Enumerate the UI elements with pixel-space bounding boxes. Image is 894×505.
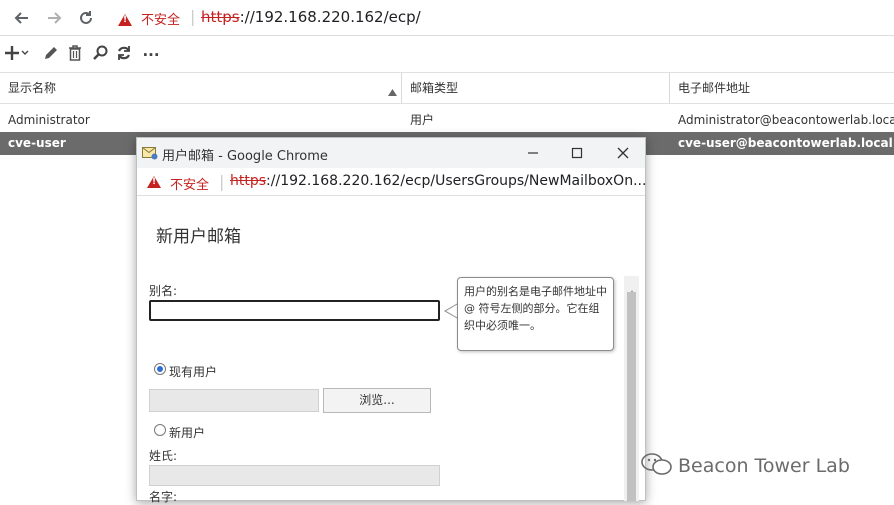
url-separator: | [190, 7, 196, 26]
warning-icon[interactable] [147, 176, 161, 192]
warning-icon[interactable] [118, 11, 132, 30]
insecure-label[interactable]: 不安全 [141, 9, 180, 28]
popup-window-title: 用户邮箱 - Google Chrome [162, 149, 328, 164]
existing-user-radio[interactable] [154, 363, 166, 375]
popup-title-bar[interactable]: 用户邮箱 - Google Chrome [137, 138, 645, 168]
cell-display-name: Administrator [8, 113, 90, 127]
table-row[interactable]: Administrator 用户 Administrator@beacontow… [0, 109, 894, 132]
forward-arrow-icon[interactable] [42, 6, 66, 30]
cell-email: Administrator@beacontowerlab.local [678, 113, 894, 127]
insecure-label[interactable]: 不安全 [170, 174, 209, 193]
watermark: Beacon Tower Lab [640, 452, 850, 481]
alias-help-tooltip: 用户的别名是电子邮件地址中 @ 符号左侧的部分。它在组织中必须唯一。 [457, 277, 614, 351]
add-icon[interactable] [4, 44, 30, 62]
edit-pencil-icon[interactable] [42, 44, 60, 62]
url-scheme: https [201, 8, 240, 26]
new-user-label[interactable]: 新用户 [169, 424, 205, 441]
reload-icon[interactable] [74, 6, 98, 30]
url-field[interactable]: https://192.168.220.162/ecp/ [201, 8, 421, 26]
delete-trash-icon[interactable] [66, 44, 84, 62]
url-scheme: https [230, 173, 267, 189]
firstname-label: 名字: [149, 490, 178, 504]
refresh-icon[interactable] [115, 44, 133, 62]
url-path: ://192.168.220.162/ecp/ [239, 8, 421, 26]
url-separator: | [219, 172, 225, 191]
wechat-icon [640, 452, 674, 481]
url-path: ://192.168.220.162/ecp/UsersGroups/NewMa… [266, 173, 647, 189]
maximize-icon[interactable] [567, 143, 587, 163]
search-icon[interactable] [91, 44, 109, 62]
browse-button[interactable]: 浏览... [323, 388, 431, 413]
scroll-thumb[interactable] [627, 292, 636, 501]
existing-user-label[interactable]: 现有用户 [169, 363, 217, 380]
close-icon[interactable] [613, 143, 633, 163]
page-title: 新用户邮箱 [156, 227, 241, 247]
popup-url-field[interactable]: https://192.168.220.162/ecp/UsersGroups/… [230, 173, 646, 189]
popup-address-bar: 不安全 | https://192.168.220.162/ecp/UsersG… [137, 168, 646, 196]
column-header-display-name[interactable]: 显示名称 [0, 73, 400, 103]
minimize-icon[interactable] [523, 143, 543, 163]
existing-user-field [149, 389, 319, 412]
grid-header: 显示名称 邮箱类型 电子邮件地址 [0, 72, 894, 104]
cell-email: cve-user@beacontowerlab.local [678, 136, 893, 150]
lastname-input[interactable] [149, 465, 440, 486]
mailbox-app-icon [142, 145, 158, 164]
column-header-mailbox-type[interactable]: 邮箱类型 [402, 73, 668, 103]
alias-label: 别名: [149, 284, 178, 298]
alias-input[interactable] [149, 300, 440, 321]
column-header-email[interactable]: 电子邮件地址 [670, 73, 894, 103]
more-icon[interactable]: ... [142, 42, 160, 60]
lastname-label: 姓氏: [149, 449, 178, 463]
watermark-text: Beacon Tower Lab [678, 455, 850, 477]
browser-address-bar: 不安全 | https://192.168.220.162/ecp/ [0, 0, 894, 36]
sort-asc-icon[interactable] [388, 85, 397, 99]
new-user-radio[interactable] [154, 424, 166, 436]
cell-display-name: cve-user [8, 136, 66, 150]
back-arrow-icon[interactable] [10, 6, 34, 30]
ecp-toolbar: ... [0, 36, 894, 70]
cell-mailbox-type: 用户 [410, 113, 435, 127]
